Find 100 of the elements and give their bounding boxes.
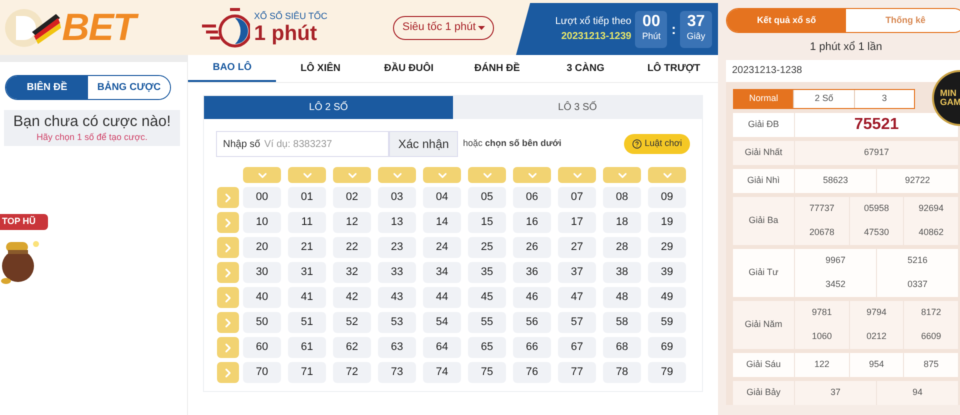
number-cell[interactable]: 52: [333, 312, 371, 333]
number-cell[interactable]: 01: [288, 187, 326, 208]
number-cell[interactable]: 07: [558, 187, 596, 208]
number-cell[interactable]: 06: [513, 187, 551, 208]
number-cell[interactable]: 43: [378, 287, 416, 308]
number-cell[interactable]: 70: [243, 362, 281, 383]
number-cell[interactable]: 66: [513, 337, 551, 358]
number-cell[interactable]: 50: [243, 312, 281, 333]
number-cell[interactable]: 67: [558, 337, 596, 358]
number-cell[interactable]: 21: [288, 237, 326, 258]
number-cell[interactable]: 31: [288, 262, 326, 283]
row-select-button[interactable]: [217, 187, 239, 208]
sub-tab[interactable]: LÔ 3 SỐ: [453, 96, 702, 119]
number-cell[interactable]: 79: [648, 362, 686, 383]
confirm-button[interactable]: Xác nhận: [389, 131, 458, 157]
number-cell[interactable]: 76: [513, 362, 551, 383]
column-select-button[interactable]: [513, 167, 551, 183]
rules-button[interactable]: Luật chơi: [624, 134, 690, 154]
number-cell[interactable]: 49: [648, 287, 686, 308]
number-cell[interactable]: 37: [558, 262, 596, 283]
number-cell[interactable]: 26: [513, 237, 551, 258]
column-select-button[interactable]: [243, 167, 281, 183]
column-select-button[interactable]: [468, 167, 506, 183]
number-cell[interactable]: 78: [603, 362, 641, 383]
number-cell[interactable]: 19: [648, 212, 686, 233]
number-cell[interactable]: 56: [513, 312, 551, 333]
number-cell[interactable]: 41: [288, 287, 326, 308]
game-tab[interactable]: LÔ XIÊN: [276, 55, 365, 82]
number-cell[interactable]: 42: [333, 287, 371, 308]
number-cell[interactable]: 36: [513, 262, 551, 283]
jackpot-badge[interactable]: TOP HŨ: [0, 214, 48, 230]
number-cell[interactable]: 40: [243, 287, 281, 308]
number-cell[interactable]: 55: [468, 312, 506, 333]
column-select-button[interactable]: [378, 167, 416, 183]
number-cell[interactable]: 30: [243, 262, 281, 283]
number-cell[interactable]: 02: [333, 187, 371, 208]
number-cell[interactable]: 68: [603, 337, 641, 358]
number-cell[interactable]: 20: [243, 237, 281, 258]
number-cell[interactable]: 45: [468, 287, 506, 308]
row-select-button[interactable]: [217, 262, 239, 283]
number-cell[interactable]: 15: [468, 212, 506, 233]
game-tab[interactable]: LÔ TRƯỢT: [630, 55, 718, 82]
number-cell[interactable]: 17: [558, 212, 596, 233]
number-cell[interactable]: 71: [288, 362, 326, 383]
number-cell[interactable]: 08: [603, 187, 641, 208]
column-select-button[interactable]: [288, 167, 326, 183]
number-cell[interactable]: 03: [378, 187, 416, 208]
number-cell[interactable]: 05: [468, 187, 506, 208]
number-cell[interactable]: 69: [648, 337, 686, 358]
number-cell[interactable]: 75: [468, 362, 506, 383]
number-cell[interactable]: 35: [468, 262, 506, 283]
number-cell[interactable]: 59: [648, 312, 686, 333]
game-tab[interactable]: ĐÁNH ĐỀ: [452, 55, 542, 82]
number-cell[interactable]: 65: [468, 337, 506, 358]
number-cell[interactable]: 39: [648, 262, 686, 283]
number-cell[interactable]: 73: [378, 362, 416, 383]
number-cell[interactable]: 28: [603, 237, 641, 258]
number-cell[interactable]: 72: [333, 362, 371, 383]
row-select-button[interactable]: [217, 237, 239, 258]
number-cell[interactable]: 10: [243, 212, 281, 233]
column-select-button[interactable]: [333, 167, 371, 183]
column-select-button[interactable]: [423, 167, 461, 183]
number-cell[interactable]: 14: [423, 212, 461, 233]
game-tab[interactable]: BAO LÔ: [188, 55, 276, 82]
row-select-button[interactable]: [217, 212, 239, 233]
row-select-button[interactable]: [217, 312, 239, 333]
mode-dropdown[interactable]: Siêu tốc 1 phút: [393, 16, 494, 40]
number-cell[interactable]: 53: [378, 312, 416, 333]
number-cell[interactable]: 29: [648, 237, 686, 258]
row-select-button[interactable]: [217, 362, 239, 383]
sub-tab[interactable]: LÔ 2 SỐ: [204, 96, 453, 119]
number-cell[interactable]: 58: [603, 312, 641, 333]
number-cell[interactable]: 64: [423, 337, 461, 358]
number-cell[interactable]: 27: [558, 237, 596, 258]
number-cell[interactable]: 34: [423, 262, 461, 283]
column-select-button[interactable]: [558, 167, 596, 183]
game-tab[interactable]: ĐẦU ĐUÔI: [364, 55, 453, 82]
number-cell[interactable]: 18: [603, 212, 641, 233]
number-cell[interactable]: 16: [513, 212, 551, 233]
number-cell[interactable]: 46: [513, 287, 551, 308]
number-cell[interactable]: 44: [423, 287, 461, 308]
number-cell[interactable]: 63: [378, 337, 416, 358]
number-cell[interactable]: 62: [333, 337, 371, 358]
number-cell[interactable]: 13: [378, 212, 416, 233]
result-mode-tab[interactable]: 2 Số: [793, 90, 854, 108]
number-cell[interactable]: 11: [288, 212, 326, 233]
row-select-button[interactable]: [217, 337, 239, 358]
number-cell[interactable]: 60: [243, 337, 281, 358]
number-cell[interactable]: 00: [243, 187, 281, 208]
number-cell[interactable]: 04: [423, 187, 461, 208]
row-select-button[interactable]: [217, 287, 239, 308]
number-cell[interactable]: 74: [423, 362, 461, 383]
number-cell[interactable]: 77: [558, 362, 596, 383]
number-cell[interactable]: 12: [333, 212, 371, 233]
number-cell[interactable]: 25: [468, 237, 506, 258]
number-cell[interactable]: 51: [288, 312, 326, 333]
number-cell[interactable]: 22: [333, 237, 371, 258]
number-cell[interactable]: 61: [288, 337, 326, 358]
number-cell[interactable]: 33: [378, 262, 416, 283]
result-mode-tab[interactable]: 3: [854, 90, 914, 108]
